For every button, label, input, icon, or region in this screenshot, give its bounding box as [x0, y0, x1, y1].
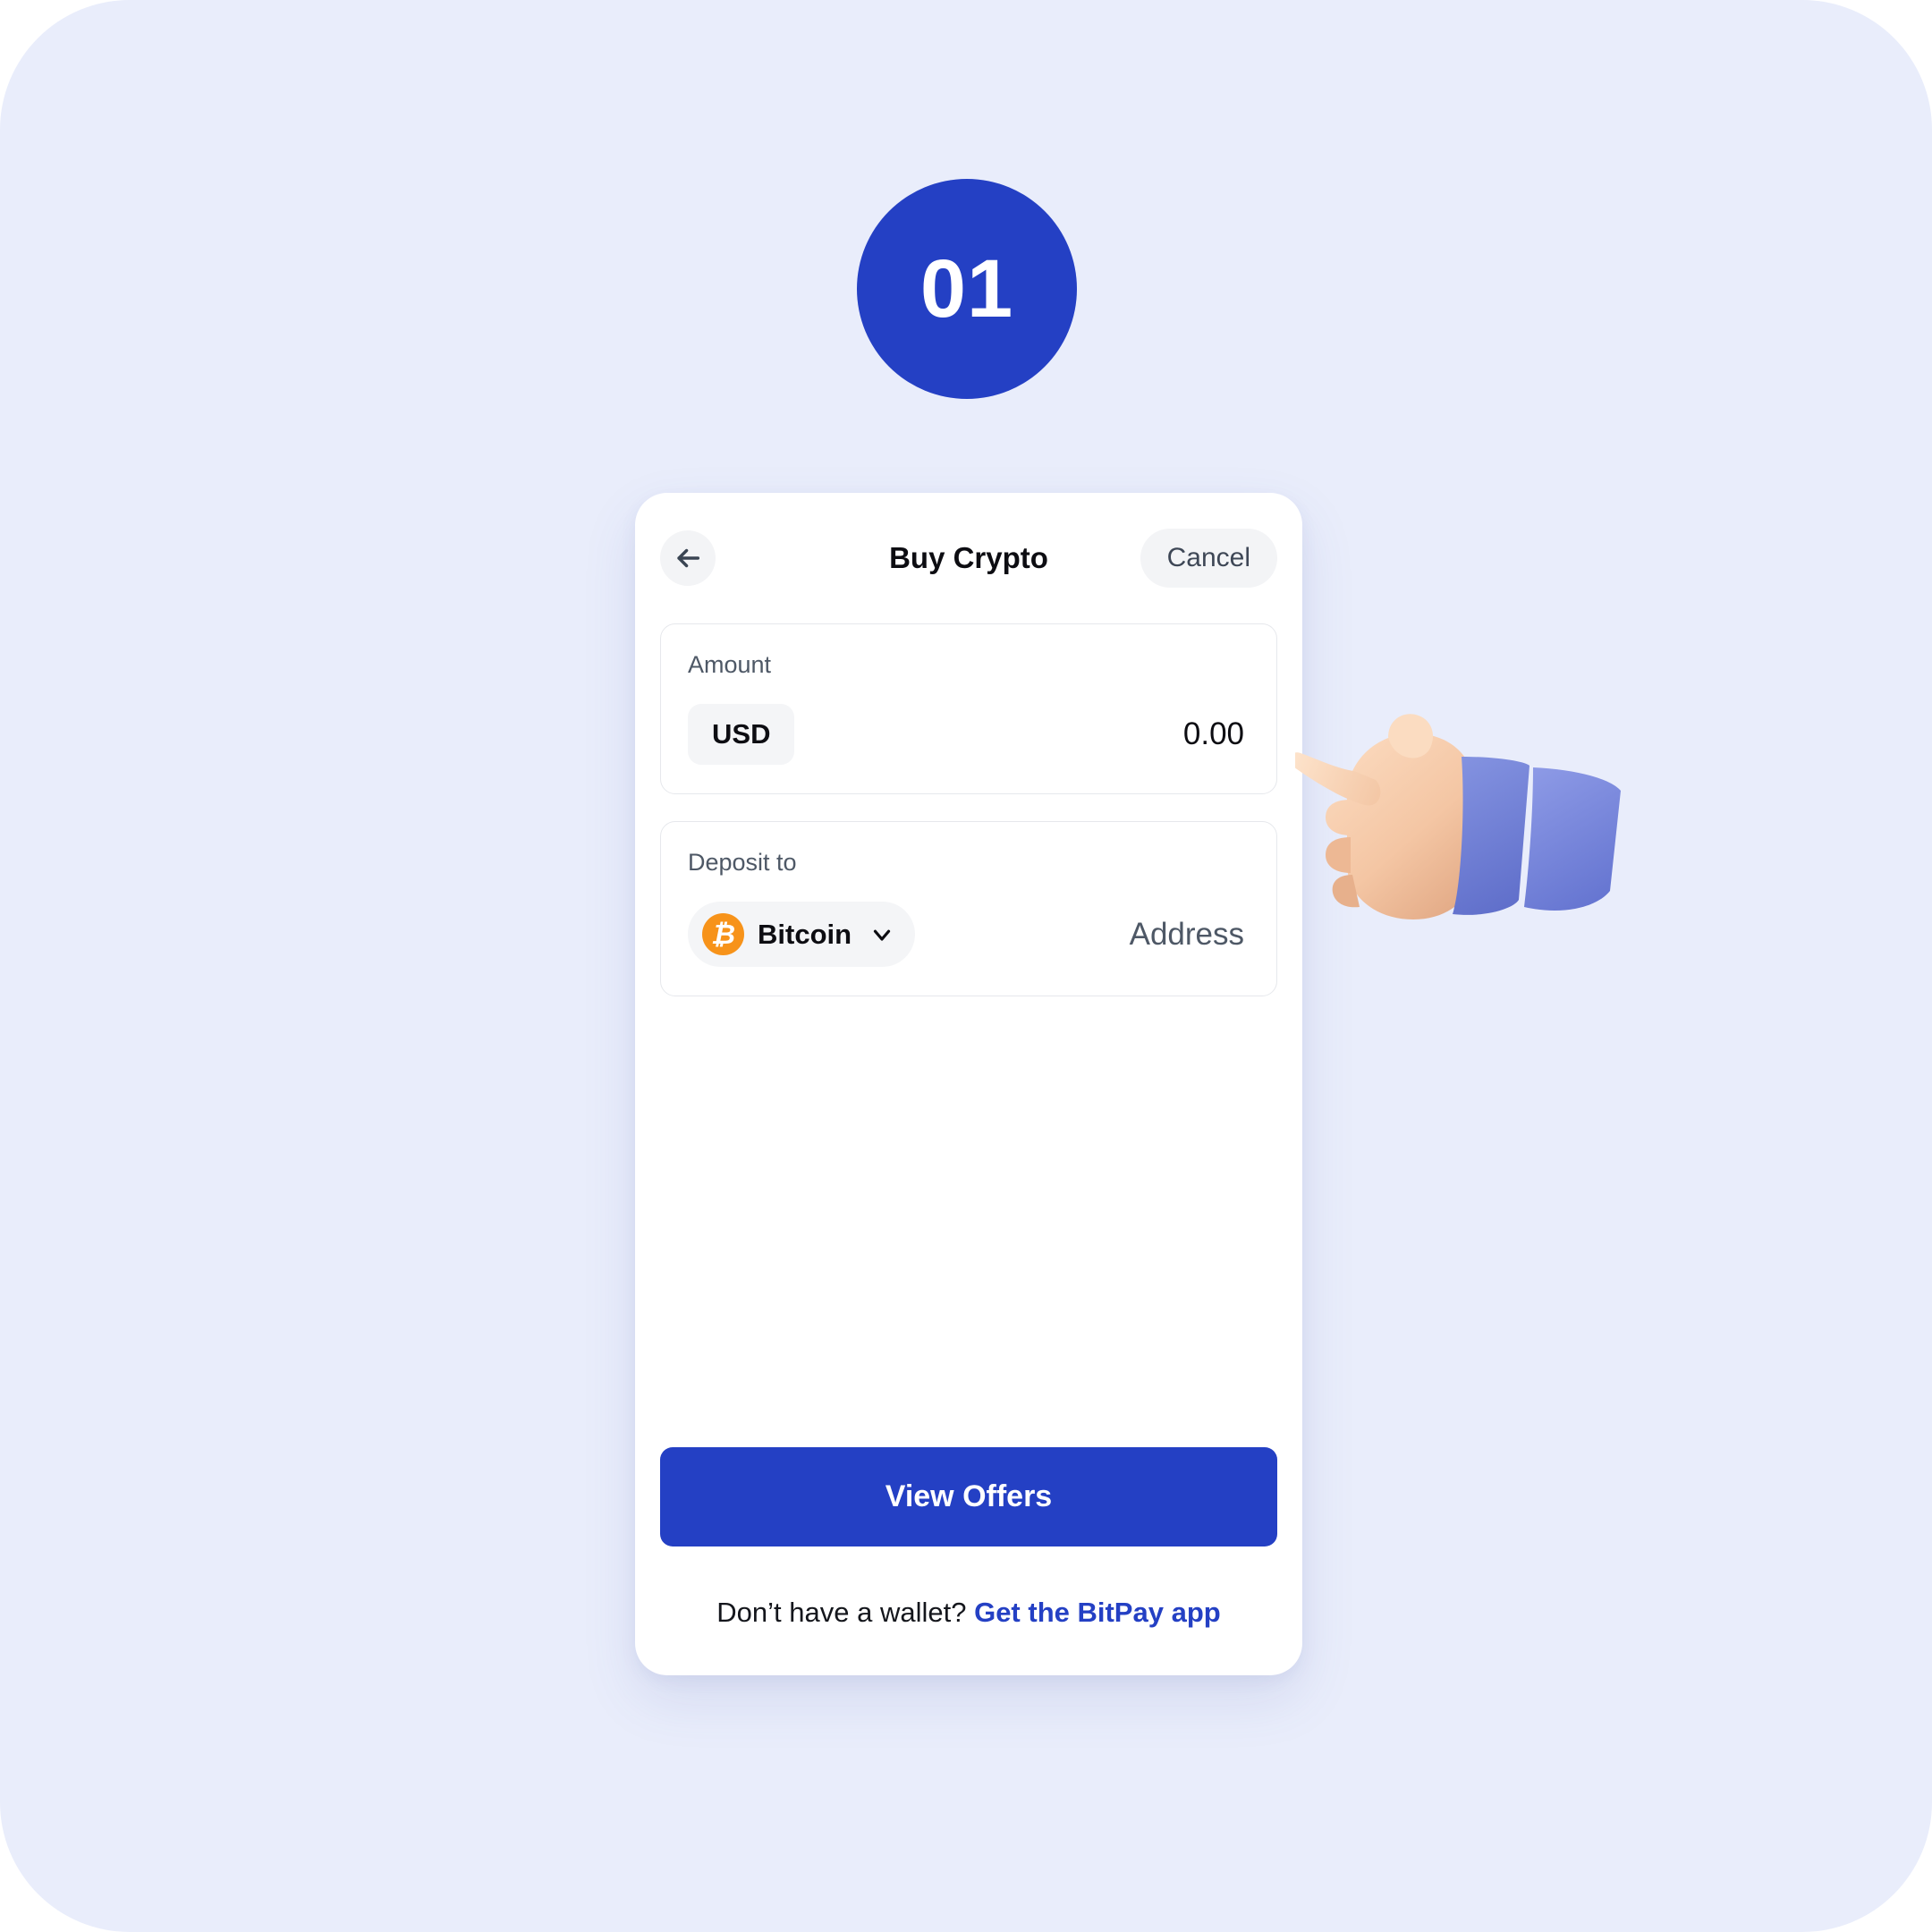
amount-input[interactable]: 0.00 [1183, 716, 1250, 752]
arrow-left-icon [673, 543, 703, 573]
app-header: Buy Crypto Cancel [635, 493, 1302, 623]
currency-selector[interactable]: USD [688, 704, 795, 765]
get-bitpay-app-link[interactable]: Get the BitPay app [974, 1597, 1221, 1628]
phone-card: Buy Crypto Cancel Amount USD 0.00 Deposi… [635, 493, 1302, 1675]
cancel-button[interactable]: Cancel [1140, 529, 1277, 588]
wallet-prompt: Don’t have a wallet? Get the BitPay app [660, 1597, 1277, 1629]
asset-name-label: Bitcoin [758, 918, 852, 950]
chevron-down-icon [869, 921, 895, 948]
deposit-label: Deposit to [688, 849, 797, 876]
amount-row: USD 0.00 [688, 704, 1250, 765]
asset-selector[interactable]: ₿ Bitcoin [688, 902, 916, 967]
deposit-row: ₿ Bitcoin Address [688, 902, 1250, 967]
footer-area: View Offers Don’t have a wallet? Get the… [635, 1447, 1302, 1675]
back-button[interactable] [660, 530, 716, 586]
screenshot-canvas: 01 Buy Crypto Cancel Amount USD 0.00 Dep… [0, 0, 1932, 1932]
bitcoin-icon: ₿ [702, 913, 744, 955]
step-badge-number: 01 [919, 243, 1014, 335]
view-offers-button[interactable]: View Offers [660, 1447, 1277, 1546]
step-badge: 01 [857, 179, 1077, 399]
amount-label: Amount [688, 651, 772, 678]
deposit-field-card: Deposit to ₿ Bitcoin Address [660, 821, 1277, 996]
amount-field-card: Amount USD 0.00 [660, 623, 1277, 794]
wallet-prompt-text: Don’t have a wallet? [716, 1597, 975, 1628]
address-input[interactable]: Address [1130, 917, 1250, 953]
pointing-hand-cursor [1290, 707, 1626, 939]
fields-section: Amount USD 0.00 Deposit to ₿ Bitcoin Add… [635, 623, 1302, 996]
